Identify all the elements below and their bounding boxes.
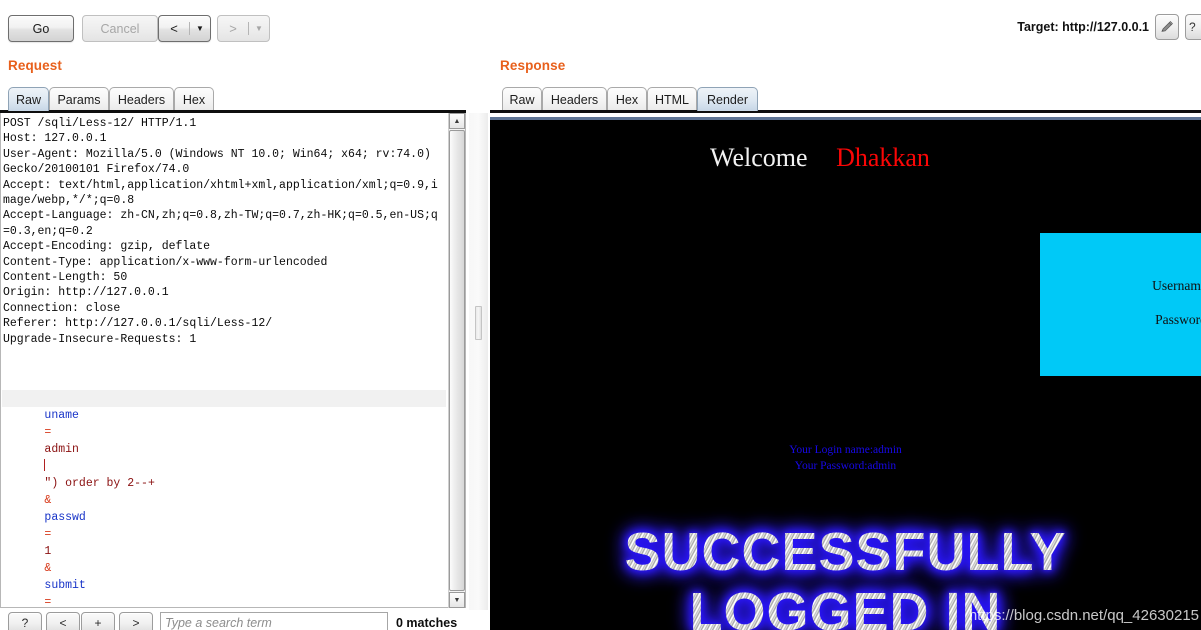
scroll-up-icon[interactable]: ▲ xyxy=(449,113,465,129)
tab-response-hex[interactable]: Hex xyxy=(607,87,647,111)
history-forward-button[interactable]: > ▼ xyxy=(217,15,270,42)
param-uname-name: uname xyxy=(44,409,79,422)
welcome-banner: Welcome Dhakkan xyxy=(490,143,1150,173)
param-sep-2: & xyxy=(44,562,52,575)
request-raw-editor[interactable]: POST /sqli/Less-12/ HTTP/1.1 Host: 127.0… xyxy=(0,113,466,608)
tab-request-params[interactable]: Params xyxy=(49,87,109,111)
tab-label: Raw xyxy=(509,92,535,107)
target-label: Target: http://127.0.0.1 xyxy=(1017,20,1149,34)
chevron-down-icon[interactable]: ▼ xyxy=(249,24,269,33)
help-button[interactable]: ? xyxy=(1185,14,1201,40)
scroll-down-glyph: ▼ xyxy=(453,596,461,604)
param-sep-1: & xyxy=(44,494,52,507)
chevron-left-icon: < xyxy=(59,616,67,630)
password-line: Your Password:admin xyxy=(794,460,897,472)
tab-label: Raw xyxy=(15,92,41,107)
editor-search-bar: ? < + > Type a search term 0 matches xyxy=(0,610,490,630)
username-label: Username : xyxy=(1152,278,1201,293)
search-prev-button[interactable]: < xyxy=(46,612,80,630)
tab-request-raw[interactable]: Raw xyxy=(8,87,49,111)
search-next-button[interactable]: > xyxy=(119,612,153,630)
search-add-button[interactable]: + xyxy=(81,612,115,630)
request-body-line[interactable]: uname = admin ") order by 2--+ & passwd … xyxy=(2,390,446,607)
param-uname-eq: = xyxy=(44,426,52,439)
search-help-label: ? xyxy=(21,616,29,630)
tab-response-raw[interactable]: Raw xyxy=(502,87,542,111)
param-passwd-value: 1 xyxy=(44,545,52,558)
tab-response-headers[interactable]: Headers xyxy=(542,87,607,111)
request-headers-text[interactable]: POST /sqli/Less-12/ HTTP/1.1 Host: 127.0… xyxy=(2,115,446,347)
response-render-view[interactable]: Welcome Dhakkan Username : Password : Yo… xyxy=(490,117,1201,630)
watermark-text: https://blog.csdn.net/qq_42630215 xyxy=(968,607,1199,624)
chevron-right-icon: > xyxy=(132,616,140,630)
match-count-label: 0 matches xyxy=(396,616,458,630)
request-editor-scrollbar[interactable]: ▲ ▼ xyxy=(448,113,465,608)
param-submit-eq: = xyxy=(44,596,52,608)
go-button-label: Go xyxy=(32,21,50,36)
go-button[interactable]: Go xyxy=(8,15,74,42)
scroll-up-glyph: ▲ xyxy=(453,117,461,125)
chevron-right-icon: > xyxy=(229,21,237,36)
cancel-button-label: Cancel xyxy=(100,21,140,36)
search-input[interactable]: Type a search term xyxy=(160,612,388,630)
forward-button-inner: > ▼ xyxy=(218,16,269,41)
target-area: Target: http://127.0.0.1 ? xyxy=(1017,12,1201,42)
tab-label: HTML xyxy=(654,92,690,107)
credentials-output: Your Login name:admin Your Password:admi… xyxy=(490,442,1201,474)
welcome-brand-name: Dhakkan xyxy=(836,143,930,172)
plus-icon: + xyxy=(94,616,102,630)
param-submit-name: submit xyxy=(44,579,86,592)
tab-request-hex[interactable]: Hex xyxy=(174,87,214,111)
help-button-label: ? xyxy=(1189,20,1196,34)
tab-label: Hex xyxy=(182,92,206,107)
back-button-inner: < ▼ xyxy=(159,16,210,41)
tab-response-html[interactable]: HTML xyxy=(647,87,697,111)
sql-injection-payload: ") order by 2--+ xyxy=(44,477,155,490)
login-name-line: Your Login name:admin xyxy=(789,444,902,456)
pane-splitter[interactable] xyxy=(469,113,488,630)
param-uname-value: admin xyxy=(44,443,79,456)
tab-request-headers[interactable]: Headers xyxy=(109,87,174,111)
param-passwd-name: passwd xyxy=(44,511,86,524)
password-label: Password : xyxy=(1155,312,1201,327)
splitter-handle[interactable] xyxy=(475,306,482,340)
cancel-button[interactable]: Cancel xyxy=(82,15,158,42)
text-caret xyxy=(44,459,46,471)
search-help-button[interactable]: ? xyxy=(8,612,42,630)
response-panel-title: Response xyxy=(500,58,566,73)
render-top-border xyxy=(490,117,1201,120)
tab-label: Render xyxy=(707,92,748,107)
success-line-1: SUCCESSFULLY xyxy=(490,522,1201,582)
welcome-word: Welcome xyxy=(710,143,808,172)
login-form-box: Username : Password : xyxy=(1040,233,1201,376)
scrollbar-thumb[interactable] xyxy=(449,130,465,591)
tab-response-render[interactable]: Render xyxy=(697,87,758,111)
history-back-button[interactable]: < ▼ xyxy=(158,15,211,42)
scroll-down-icon[interactable]: ▼ xyxy=(449,592,465,608)
tab-label: Params xyxy=(57,92,101,107)
tab-label: Hex xyxy=(615,92,639,107)
top-toolbar: Go Cancel < ▼ > ▼ Target: http://127.0.0… xyxy=(0,0,1201,45)
request-panel-title: Request xyxy=(8,58,62,73)
response-tab-underline xyxy=(490,110,1201,113)
tab-label: Headers xyxy=(117,92,166,107)
pencil-icon[interactable] xyxy=(1155,14,1179,40)
search-placeholder: Type a search term xyxy=(165,616,272,630)
burp-repeater-window: Go Cancel < ▼ > ▼ Target: http://127.0.0… xyxy=(0,0,1201,630)
param-passwd-eq: = xyxy=(44,528,52,541)
chevron-down-icon[interactable]: ▼ xyxy=(190,24,210,33)
chevron-left-icon: < xyxy=(170,21,178,36)
tab-label: Headers xyxy=(550,92,599,107)
